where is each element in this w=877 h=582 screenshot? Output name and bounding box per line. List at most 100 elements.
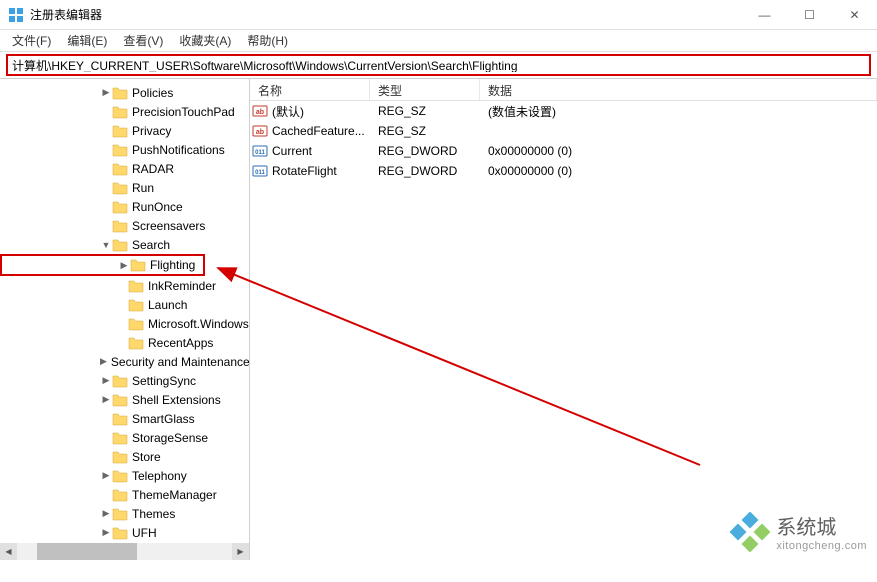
tree-item-label: RADAR <box>132 162 174 176</box>
tree-item-label: Telephony <box>132 469 187 483</box>
tree-item-label: Microsoft.Windows <box>148 317 249 331</box>
scroll-right-icon[interactable]: ▶ <box>232 543 249 560</box>
tree-item-security-and-maintenance[interactable]: ▶ Security and Maintenance <box>0 352 249 371</box>
tree-item-precisiontouchpad[interactable]: PrecisionTouchPad <box>0 102 249 121</box>
value-row[interactable]: 011 RotateFlightREG_DWORD0x00000000 (0) <box>250 161 877 181</box>
tree-item-runonce[interactable]: RunOnce <box>0 197 249 216</box>
expand-chevron-icon[interactable]: ▶ <box>100 394 112 405</box>
expand-chevron-icon[interactable]: ▶ <box>118 260 130 271</box>
address-input[interactable] <box>12 58 865 72</box>
value-type: REG_SZ <box>370 104 480 118</box>
col-data[interactable]: 数据 <box>480 79 877 100</box>
maximize-button[interactable]: ☐ <box>787 0 832 30</box>
value-name: Current <box>272 144 370 158</box>
value-row[interactable]: 011 CurrentREG_DWORD0x00000000 (0) <box>250 141 877 161</box>
tree-item-label: UFH <box>132 526 157 540</box>
scroll-left-icon[interactable]: ◀ <box>0 543 17 560</box>
tree-item-telephony[interactable]: ▶ Telephony <box>0 466 249 485</box>
expand-chevron-icon[interactable]: ▶ <box>100 470 112 481</box>
value-name: CachedFeature... <box>272 124 370 138</box>
title-bar: 注册表编辑器 — ☐ ✕ <box>0 0 877 30</box>
tree-item-microsoft-windows[interactable]: Microsoft.Windows <box>0 314 249 333</box>
value-type: REG_DWORD <box>370 164 480 178</box>
watermark-url: xitongcheng.com <box>776 540 867 552</box>
tree-hscroll[interactable]: ◀ ▶ <box>0 543 249 560</box>
svg-text:ab: ab <box>256 109 264 116</box>
close-button[interactable]: ✕ <box>832 0 877 30</box>
value-row[interactable]: ab (默认)REG_SZ(数值未设置) <box>250 101 877 121</box>
tree-item-label: Privacy <box>132 124 171 138</box>
tree-item-label: SmartGlass <box>132 412 195 426</box>
tree-item-thememanager[interactable]: ThemeManager <box>0 485 249 504</box>
tree-item-shell-extensions[interactable]: ▶Shell Extensions <box>0 390 249 409</box>
value-data: (数值未设置) <box>480 103 877 120</box>
expand-chevron-icon[interactable]: ▶ <box>100 508 112 519</box>
tree-item-label: Search <box>132 238 170 252</box>
svg-text:ab: ab <box>256 129 264 136</box>
tree-item-ufh[interactable]: ▶ UFH <box>0 523 249 542</box>
tree-item-label: PrecisionTouchPad <box>132 105 235 119</box>
tree-item-label: Flighting <box>150 258 195 272</box>
tree-item-label: ThemeManager <box>132 488 217 502</box>
tree-item-screensavers[interactable]: Screensavers <box>0 216 249 235</box>
tree-item-pushnotifications[interactable]: PushNotifications <box>0 140 249 159</box>
expand-chevron-icon[interactable]: ▶ <box>100 356 107 367</box>
value-row[interactable]: ab CachedFeature...REG_SZ <box>250 121 877 141</box>
expand-chevron-icon[interactable]: ▼ <box>100 240 112 250</box>
col-type[interactable]: 类型 <box>370 79 480 100</box>
tree-item-label: Policies <box>132 86 173 100</box>
tree-item-privacy[interactable]: Privacy <box>0 121 249 140</box>
menu-help[interactable]: 帮助(H) <box>239 30 296 51</box>
tree-item-label: InkReminder <box>148 279 216 293</box>
menu-bar: 文件(F) 编辑(E) 查看(V) 收藏夹(A) 帮助(H) <box>0 30 877 52</box>
menu-edit[interactable]: 编辑(E) <box>59 30 115 51</box>
svg-text:011: 011 <box>255 150 265 156</box>
value-type: REG_SZ <box>370 124 480 138</box>
tree-item-smartglass[interactable]: SmartGlass <box>0 409 249 428</box>
tree-item-label: Launch <box>148 298 187 312</box>
menu-favorites[interactable]: 收藏夹(A) <box>171 30 239 51</box>
value-data: 0x00000000 (0) <box>480 144 877 158</box>
watermark-icon <box>730 512 770 552</box>
tree-item-launch[interactable]: Launch <box>0 295 249 314</box>
tree-item-label: StorageSense <box>132 431 208 445</box>
tree-item-recentapps[interactable]: RecentApps <box>0 333 249 352</box>
watermark: 系统城 xitongcheng.com <box>730 511 867 552</box>
scroll-thumb[interactable] <box>37 543 137 560</box>
tree-item-themes[interactable]: ▶Themes <box>0 504 249 523</box>
tree-item-label: RunOnce <box>132 200 183 214</box>
window-title: 注册表编辑器 <box>30 6 742 23</box>
tree-item-label: Security and Maintenance <box>111 355 249 369</box>
tree-item-storagesense[interactable]: StorageSense <box>0 428 249 447</box>
tree-item-label: RecentApps <box>148 336 213 350</box>
app-icon <box>8 7 24 23</box>
value-type: REG_DWORD <box>370 144 480 158</box>
tree-pane: ▶ Policies PrecisionTouchPad Privacy PushNot… <box>0 79 250 560</box>
tree-item-settingsync[interactable]: ▶ SettingSync <box>0 371 249 390</box>
tree-item-search[interactable]: ▼ Search <box>0 235 249 254</box>
menu-view[interactable]: 查看(V) <box>115 30 171 51</box>
minimize-button[interactable]: — <box>742 0 787 30</box>
value-data: 0x00000000 (0) <box>480 164 877 178</box>
value-name: RotateFlight <box>272 164 370 178</box>
expand-chevron-icon[interactable]: ▶ <box>100 87 112 98</box>
tree-item-inkreminder[interactable]: InkReminder <box>0 276 249 295</box>
tree-item-label: Store <box>132 450 161 464</box>
menu-file[interactable]: 文件(F) <box>4 30 59 51</box>
tree-item-flighting[interactable]: ▶ Flighting <box>0 254 205 276</box>
tree-item-label: PushNotifications <box>132 143 225 157</box>
list-header: 名称 类型 数据 <box>250 79 877 101</box>
tree-item-store[interactable]: Store <box>0 447 249 466</box>
tree-item-label: SettingSync <box>132 374 196 388</box>
list-pane: 名称 类型 数据 ab (默认)REG_SZ(数值未设置) ab CachedFeat… <box>250 79 877 560</box>
expand-chevron-icon[interactable]: ▶ <box>100 527 112 538</box>
col-name[interactable]: 名称 <box>250 79 370 100</box>
tree-item-label: Run <box>132 181 154 195</box>
tree-item-label: Screensavers <box>132 219 205 233</box>
svg-text:011: 011 <box>255 170 265 176</box>
tree-item-policies[interactable]: ▶ Policies <box>0 83 249 102</box>
tree-item-radar[interactable]: RADAR <box>0 159 249 178</box>
expand-chevron-icon[interactable]: ▶ <box>100 375 112 386</box>
tree-item-run[interactable]: Run <box>0 178 249 197</box>
value-name: (默认) <box>272 103 370 120</box>
